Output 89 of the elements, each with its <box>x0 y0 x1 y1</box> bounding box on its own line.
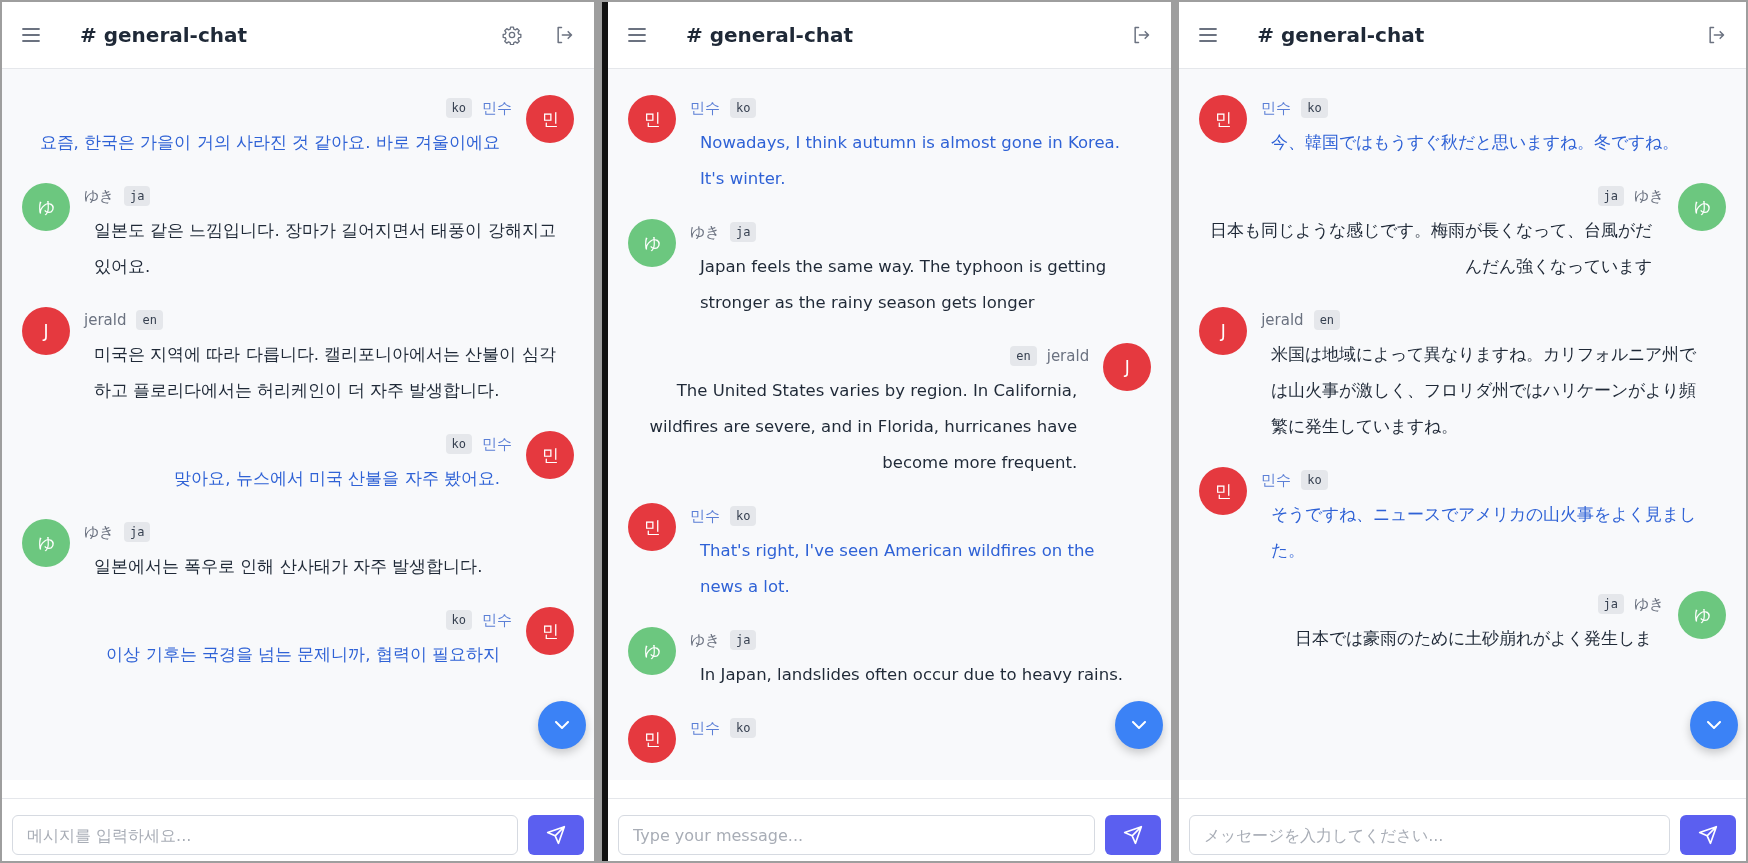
user-name: 민수 <box>482 434 512 454</box>
send-icon <box>1123 825 1144 845</box>
message-text: The United States varies by region. In California, wildfires are severe, and in Florida, hurricanes have become more frequent. <box>648 380 1079 474</box>
send-button[interactable] <box>1680 815 1736 855</box>
avatar: 민 <box>628 715 676 763</box>
message-text: Japan feels the same way. The typhoon is getting stronger as the rainy season gets longer <box>698 256 1108 314</box>
avatar: 민 <box>526 95 574 143</box>
user-name: 민수 <box>482 610 512 630</box>
message-text: 이상 기후는 국경을 넘는 문제니까, 협력이 필요하지 <box>106 644 501 666</box>
language-tag: en <box>1010 346 1037 366</box>
message-text: 日本も同じような感じです。梅雨が長くなって、台風がだんだん強くなっています <box>1209 220 1653 278</box>
language-tag: ko <box>1301 98 1328 118</box>
avatar: 민 <box>526 607 574 655</box>
language-tag: ko <box>1301 470 1328 490</box>
user-name: 민수 <box>690 506 720 526</box>
avatar: 민 <box>1199 95 1248 143</box>
send-button[interactable] <box>528 815 584 855</box>
user-name: 민수 <box>690 718 720 738</box>
avatar: ゆ <box>628 219 676 267</box>
user-name: 민수 <box>1261 98 1292 118</box>
user-name: ゆき <box>690 222 720 242</box>
user-name: jerald <box>84 311 127 329</box>
channel-title: # general-chat <box>1257 23 1426 47</box>
message-text: In Japan, landslides often occur due to heavy rains. <box>699 664 1123 686</box>
message-text: 미국은 지역에 따라 다릅니다. 캘리포니아에서는 산불이 심각하고 플로리다에서는 허리케인이 더 자주 발생합니다. <box>93 344 557 402</box>
message-input[interactable]: Type your message... <box>618 815 1096 855</box>
message-text: 일본에서는 폭우로 인해 산사태가 자주 발생합니다. <box>93 556 483 578</box>
channel-title: # general-chat <box>80 23 249 47</box>
menu-icon[interactable] <box>628 28 646 42</box>
language-tag: ja <box>730 630 757 650</box>
message-text: 今、韓国ではもうすぐ秋だと思いますね。冬ですね。 <box>1270 132 1680 154</box>
avatar: ゆ <box>628 627 676 675</box>
message-text: 요즘, 한국은 가을이 거의 사라진 것 같아요. 바로 겨울이에요 <box>39 132 501 154</box>
channel-title: # general-chat <box>686 23 855 47</box>
avatar: ゆ <box>1678 183 1726 231</box>
avatar: 민 <box>628 95 676 143</box>
language-tag: ko <box>730 506 757 526</box>
avatar: ゆ <box>1678 591 1726 639</box>
settings-icon[interactable] <box>502 25 522 45</box>
logout-icon[interactable] <box>554 25 574 45</box>
user-name: ゆき <box>690 630 720 650</box>
message-text: 米国は地域によって異なりますね。カリフォルニア州では山火事が激しく、フロリダ州ではハリケーンがより頻繁に発生していますね。 <box>1270 344 1698 438</box>
chevron-down-icon <box>1132 721 1147 729</box>
avatar: J <box>22 307 70 355</box>
user-name: 민수 <box>690 98 720 118</box>
message-input[interactable]: 메시지를 입력하세요... <box>12 815 518 855</box>
avatar: 민 <box>628 503 676 551</box>
language-tag: ja <box>730 222 757 242</box>
logout-icon[interactable] <box>1706 25 1726 45</box>
language-tag: en <box>1313 310 1341 330</box>
user-name: ゆき <box>1634 186 1664 206</box>
language-tag: ja <box>124 522 151 542</box>
language-tag: en <box>136 310 163 330</box>
avatar: ゆ <box>22 519 70 567</box>
message-text: 日本では豪雨のために土砂崩れがよく発生しま <box>1295 628 1653 650</box>
message-text: Nowadays, I think autumn is almost gone in Korea. It's winter. <box>699 132 1121 190</box>
chevron-down-icon <box>555 721 569 729</box>
message-text: そうですね、ニュースでアメリカの山火事をよく見ました。 <box>1270 504 1698 562</box>
language-tag: ko <box>730 718 757 738</box>
avatar: 민 <box>526 431 574 479</box>
language-tag: ja <box>124 186 151 206</box>
menu-icon[interactable] <box>1199 28 1218 42</box>
language-tag: ja <box>1597 594 1624 614</box>
message-text: 일본도 같은 느낌입니다. 장마가 길어지면서 태풍이 강해지고 있어요. <box>93 220 557 278</box>
avatar: 민 <box>1199 467 1248 515</box>
send-button[interactable] <box>1105 815 1162 855</box>
avatar: ゆ <box>22 183 70 231</box>
message-text: That's right, I've seen American wildfires on the news a lot. <box>699 540 1096 598</box>
language-tag: ko <box>445 98 472 118</box>
user-name: ゆき <box>1634 594 1664 614</box>
user-name: ゆき <box>84 522 114 542</box>
user-name: jerald <box>1261 311 1304 329</box>
menu-icon[interactable] <box>22 28 40 42</box>
user-name: ゆき <box>84 186 114 206</box>
language-tag: ja <box>1597 186 1624 206</box>
send-icon <box>1698 825 1718 845</box>
user-name: jerald <box>1046 347 1090 365</box>
language-tag: ko <box>445 610 472 630</box>
language-tag: ko <box>730 98 757 118</box>
chevron-down-icon <box>1707 721 1721 729</box>
message-input[interactable]: メッセージを入力してください... <box>1189 815 1670 855</box>
message-text: 맞아요, 뉴스에서 미국 산불을 자주 봤어요. <box>174 468 501 490</box>
logout-icon[interactable] <box>1131 25 1152 45</box>
avatar: J <box>1199 307 1248 355</box>
avatar: J <box>1103 343 1152 391</box>
language-tag: ko <box>445 434 472 454</box>
send-icon <box>546 825 566 845</box>
user-name: 민수 <box>482 98 512 118</box>
user-name: 민수 <box>1261 470 1292 490</box>
